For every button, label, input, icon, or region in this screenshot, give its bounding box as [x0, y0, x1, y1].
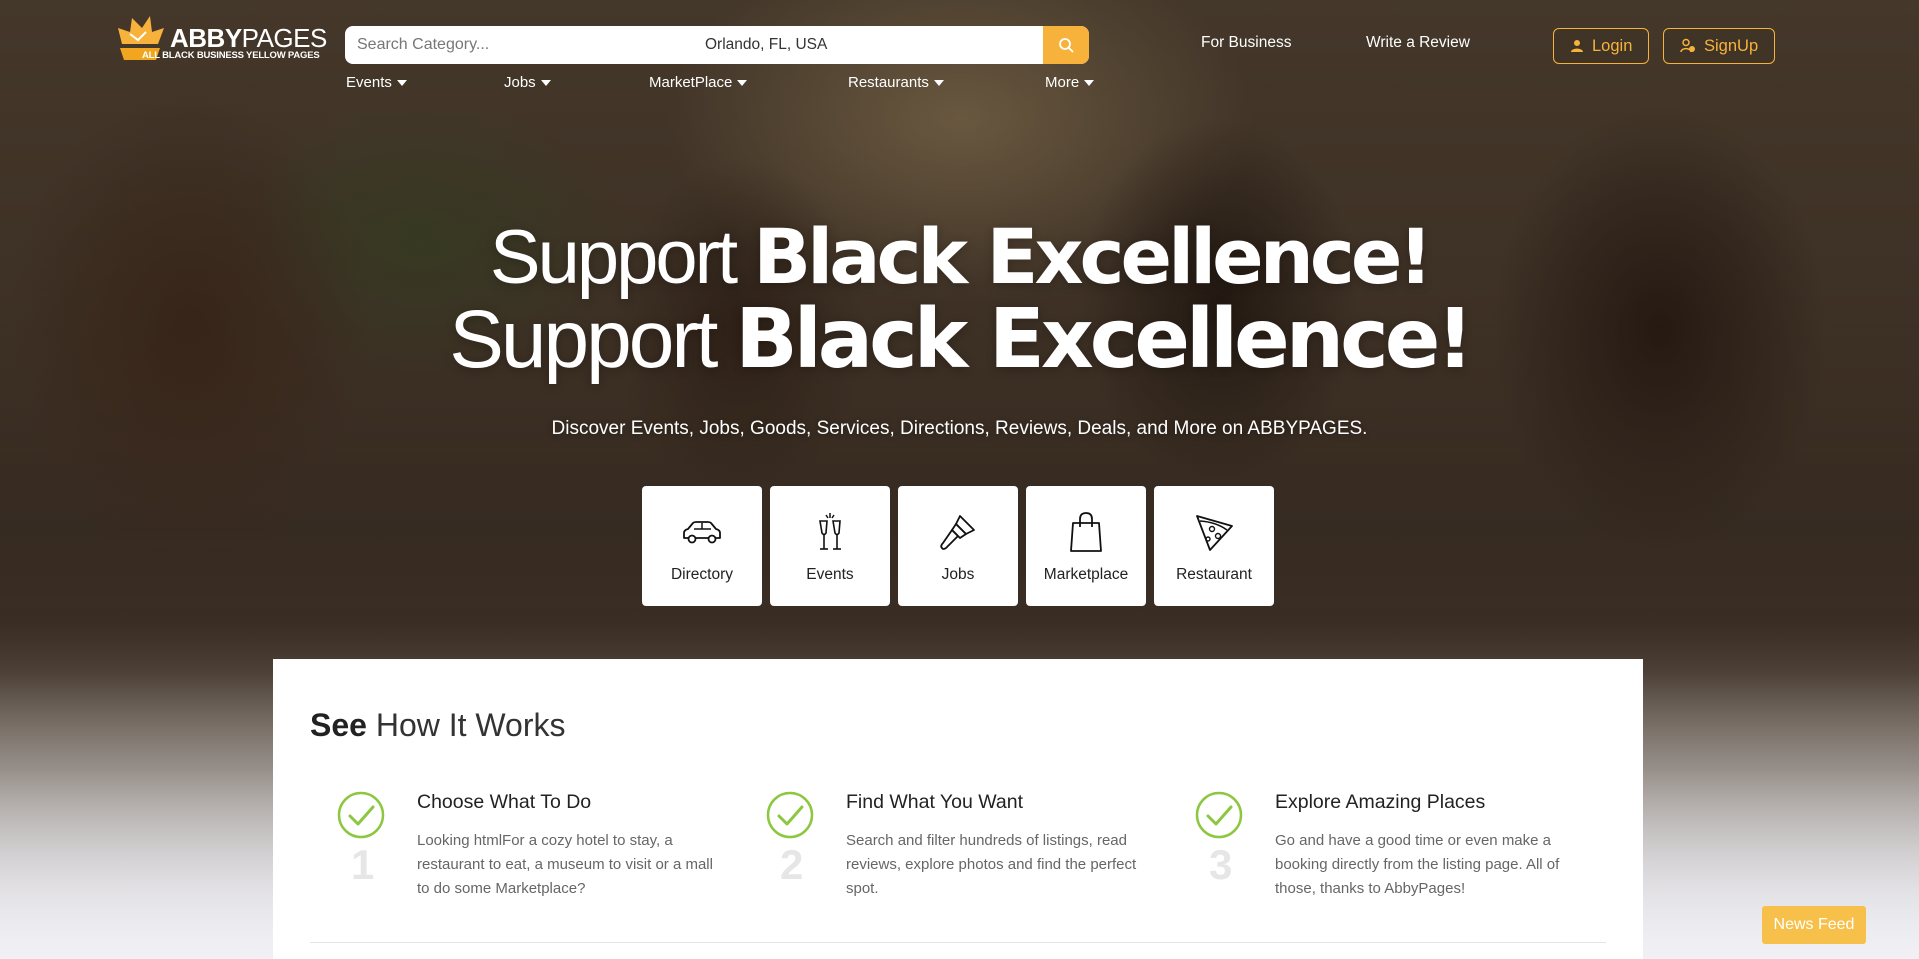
nav-jobs[interactable]: Jobs — [504, 74, 551, 91]
step-title: Find What You Want — [846, 791, 1024, 813]
caret-down-icon — [737, 80, 748, 86]
login-label: Login — [1592, 36, 1633, 55]
hero-headline-line1: Support Black Excellence! — [489, 212, 1433, 301]
paint-brush-icon — [940, 515, 975, 550]
caret-down-icon — [1084, 80, 1095, 86]
user-icon — [1571, 40, 1583, 52]
shopping-bag-icon — [1070, 512, 1102, 552]
step-title: Explore Amazing Places — [1275, 791, 1486, 813]
login-button[interactable]: Login — [1553, 28, 1650, 64]
tile-marketplace[interactable]: Marketplace — [1026, 486, 1146, 606]
step-number: 3 — [1209, 841, 1233, 888]
how-it-works-panel: See How It Works 1 Choose What To Do Loo… — [273, 659, 1643, 959]
nav-marketplace[interactable]: MarketPlace — [649, 74, 748, 91]
abbypages-logo[interactable]: ABBYPAGES ALL BLACK BUSINESS YELLOW PAGE… — [116, 12, 327, 68]
for-business-link[interactable]: For Business — [1201, 34, 1291, 52]
caret-down-icon — [933, 80, 944, 86]
hero-subtitle: Discover Events, Jobs, Goods, Services, … — [551, 418, 1368, 439]
tile-marketplace-label: Marketplace — [1043, 566, 1129, 583]
user-plus-icon — [1680, 38, 1695, 53]
location-input[interactable]: Orlando, FL, USA — [705, 26, 827, 64]
search-bar: Orlando, FL, USA — [345, 26, 1089, 64]
nav-events-label: Events — [346, 74, 392, 91]
nav-jobs-label: Jobs — [504, 74, 536, 91]
tile-jobs-label: Jobs — [941, 566, 975, 583]
tile-restaurant-label: Restaurant — [1176, 566, 1252, 583]
nav-restaurants-label: Restaurants — [848, 74, 929, 91]
step-title: Choose What To Do — [417, 791, 592, 813]
step-number: 1 — [351, 841, 375, 888]
search-button[interactable] — [1043, 26, 1089, 64]
step-number: 2 — [780, 841, 804, 888]
cheers-icon — [819, 513, 841, 550]
signup-button[interactable]: SignUp — [1663, 28, 1776, 64]
car-icon — [683, 521, 721, 544]
step-text: Search and filter hundreds of listings, … — [846, 832, 1137, 897]
write-review-link[interactable]: Write a Review — [1366, 34, 1470, 52]
divider — [310, 942, 1606, 943]
caret-down-icon — [540, 80, 551, 86]
tile-restaurant[interactable]: Restaurant — [1154, 486, 1274, 606]
caret-down-icon — [396, 80, 407, 86]
logo-tagline: ALL BLACK BUSINESS YELLOW PAGES — [142, 50, 320, 61]
tile-events-label: Events — [806, 566, 854, 583]
tile-jobs[interactable]: Jobs — [898, 486, 1018, 606]
news-feed-button[interactable]: News Feed — [1762, 906, 1866, 944]
tile-events[interactable]: Events — [770, 486, 890, 606]
search-category-input[interactable] — [357, 26, 677, 64]
nav-more[interactable]: More — [1045, 74, 1095, 91]
pizza-slice-icon — [1196, 515, 1233, 551]
nav-events[interactable]: Events — [346, 74, 407, 91]
hero-headline-line2: Support Black Excellence! — [449, 292, 1474, 387]
tile-directory[interactable]: Directory — [642, 486, 762, 606]
step-text: Go and have a good time or even make a b… — [1275, 832, 1560, 897]
search-icon — [1059, 38, 1074, 53]
logo-wordmark: ABBYPAGES — [170, 23, 327, 53]
step-text: Looking htmlFor a cozy hotel to stay, a … — [417, 832, 713, 897]
check-circle-icon — [337, 791, 385, 839]
signup-label: SignUp — [1704, 36, 1759, 55]
nav-restaurants[interactable]: Restaurants — [848, 74, 944, 91]
check-circle-icon — [1195, 791, 1243, 839]
tile-directory-label: Directory — [670, 566, 733, 583]
category-tiles: Directory Events Jobs Marketplace Restau… — [642, 486, 1274, 606]
how-it-works-title: See How It Works — [310, 707, 566, 743]
check-circle-icon — [766, 791, 814, 839]
nav-more-label: More — [1045, 74, 1080, 91]
nav-marketplace-label: MarketPlace — [649, 74, 733, 91]
